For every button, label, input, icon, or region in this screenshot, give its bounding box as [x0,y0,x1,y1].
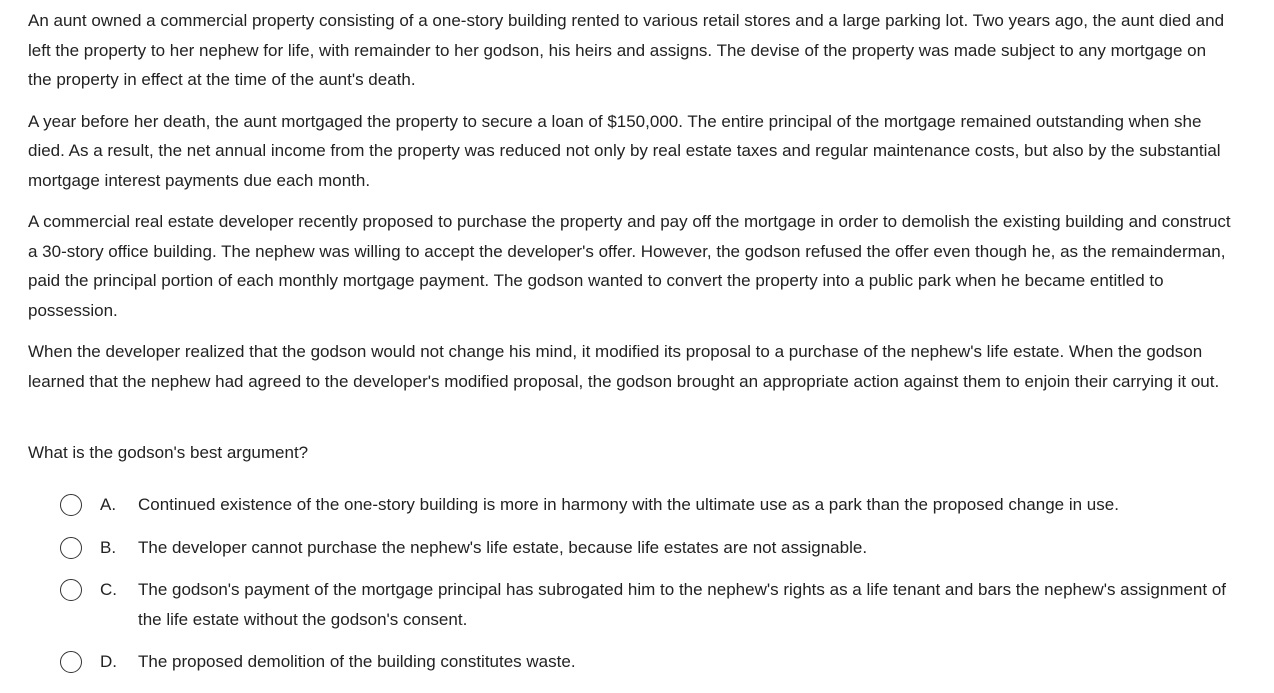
option-letter-c: C. [100,580,117,599]
question-paragraph-2: A year before her death, the aunt mortga… [28,111,1221,190]
answer-option-d[interactable]: D. The proposed demolition of the buildi… [60,647,576,677]
radio-button-b[interactable] [60,537,82,559]
option-text-d: The proposed demolition of the building … [138,652,576,671]
option-text-a: Continued existence of the one-story bui… [138,495,1119,514]
option-letter-a: A. [100,495,117,514]
radio-button-c[interactable] [60,579,82,601]
question-paragraph-3: A commercial real estate developer recen… [28,212,1231,320]
answer-option-a[interactable]: A. Continued existence of the one-story … [60,490,1119,520]
question-passage: An aunt owned a commercial property cons… [28,6,1233,408]
question-stem: What is the godson's best argument? [28,443,309,462]
option-text-c: The godson's payment of the mortgage pri… [138,580,1227,629]
radio-button-d[interactable] [60,651,82,673]
answer-option-b[interactable]: B. The developer cannot purchase the nep… [60,533,867,563]
question-paragraph-4: When the developer realized that the god… [28,342,1220,391]
option-letter-b: B. [100,538,117,557]
radio-button-a[interactable] [60,494,82,516]
answer-option-c[interactable]: C. The godson's payment of the mortgage … [60,575,1240,634]
question-paragraph-1: An aunt owned a commercial property cons… [28,11,1225,89]
option-text-b: The developer cannot purchase the nephew… [138,538,868,557]
option-letter-d: D. [100,652,117,671]
